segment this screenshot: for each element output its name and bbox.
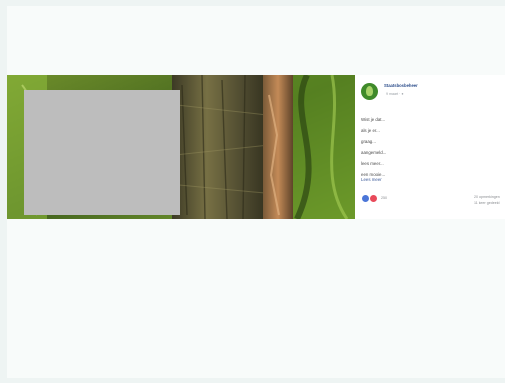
post-line: graag... xyxy=(361,138,376,144)
tree-logo-icon[interactable] xyxy=(361,83,378,100)
post-text: Wist je dat... als je er... graag... aan… xyxy=(361,111,505,183)
reaction-summary[interactable]: 250 xyxy=(361,193,387,203)
post-stats: 20 opmerkingen 11 keer gedeeld xyxy=(474,194,500,206)
post-line: lees meer... xyxy=(361,160,384,166)
shares-count[interactable]: 11 keer gedeeld xyxy=(474,200,500,206)
post-line: Wist je dat... xyxy=(361,116,386,122)
love-reaction-icon xyxy=(369,193,378,203)
page-name[interactable]: Staatsbosbeheer xyxy=(384,83,418,88)
post-timestamp: 9 maart · ● xyxy=(386,92,404,96)
post-link[interactable]: Lees meer xyxy=(361,177,382,182)
post-line: aangemeld... xyxy=(361,149,387,155)
post-side-panel: Staatsbosbeheer 9 maart · ● Wist je dat.… xyxy=(355,75,505,219)
post-line: een mooie... xyxy=(361,171,386,177)
redacted-image xyxy=(24,90,180,215)
post-line: als je er... xyxy=(361,127,380,133)
reaction-count: 250 xyxy=(381,196,387,200)
